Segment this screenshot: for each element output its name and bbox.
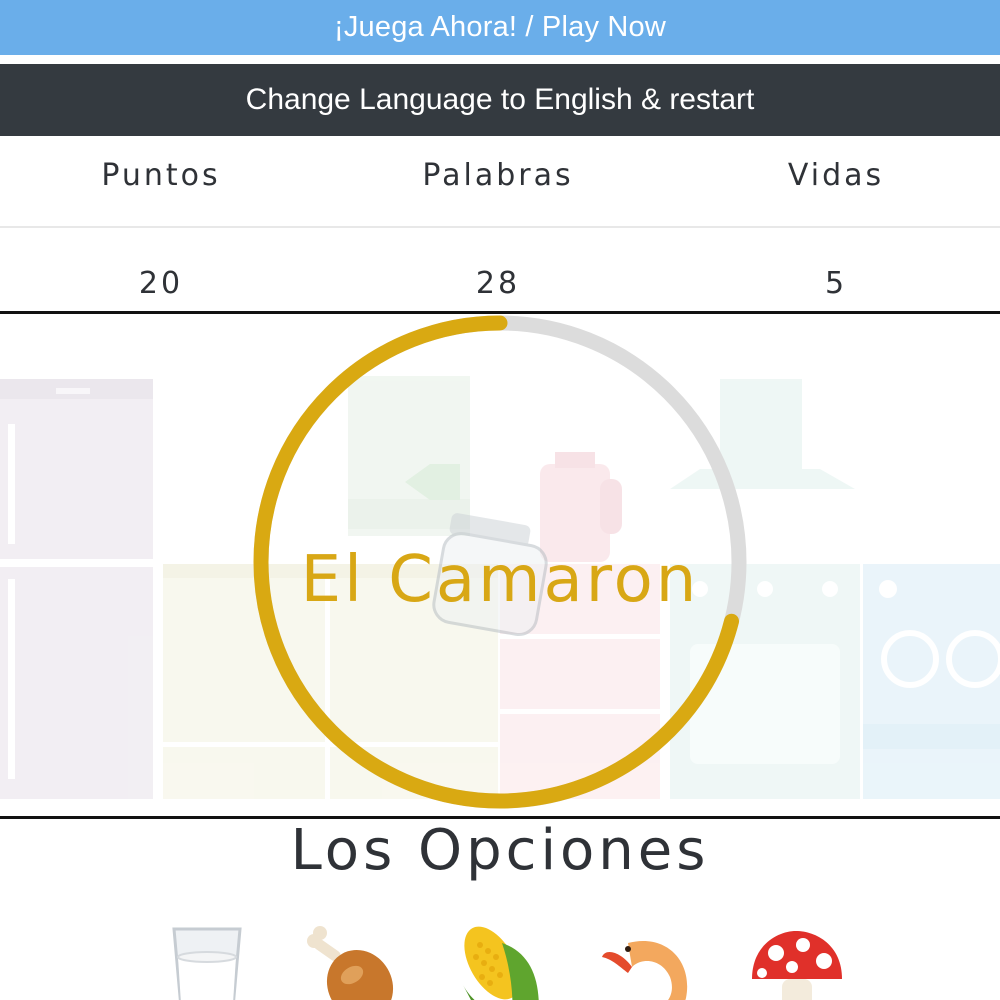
- lives-value: 5: [824, 266, 848, 301]
- target-word: El Camaron: [300, 543, 700, 617]
- words-value: 28: [475, 266, 521, 301]
- change-language-button[interactable]: Change Language to English & restart: [0, 64, 1000, 136]
- stats-value-row: 20 28 5: [0, 228, 1000, 312]
- stats-header-row: Puntos Palabras Vidas: [0, 140, 1000, 228]
- play-now-button[interactable]: ¡Juega Ahora! / Play Now: [0, 0, 1000, 55]
- words-label: Palabras: [422, 158, 574, 193]
- milk-glass-icon[interactable]: [162, 923, 262, 1000]
- shrimp-icon[interactable]: [598, 923, 698, 1000]
- game-stage: El Camaron: [0, 311, 1000, 819]
- points-label: Puntos: [101, 158, 221, 193]
- mushroom-icon[interactable]: [748, 923, 848, 1000]
- options-title: Los Opciones: [290, 818, 710, 883]
- options-list: [0, 915, 1000, 1000]
- lives-label: Vidas: [787, 158, 885, 193]
- corn-icon[interactable]: [452, 923, 552, 1000]
- points-value: 20: [138, 266, 184, 301]
- chicken-leg-icon[interactable]: [300, 923, 400, 1000]
